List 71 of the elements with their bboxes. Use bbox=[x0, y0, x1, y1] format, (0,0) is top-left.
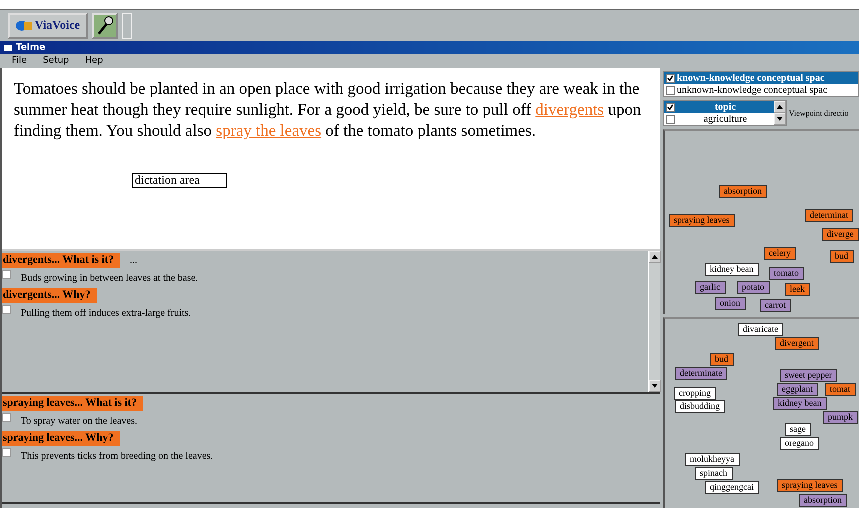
dictation-area-label: dictation area bbox=[132, 173, 227, 188]
menu-item[interactable]: Hep bbox=[85, 56, 104, 66]
microphone-button[interactable] bbox=[92, 12, 118, 38]
checkbox[interactable] bbox=[2, 305, 11, 314]
concept-node[interactable]: bud bbox=[830, 250, 854, 263]
concept-node[interactable]: molukheyya bbox=[685, 453, 740, 466]
up-arrow-icon bbox=[652, 255, 658, 259]
scrollbar[interactable] bbox=[648, 251, 660, 392]
concept-node[interactable]: divergent bbox=[775, 337, 819, 350]
concept-node[interactable]: tomato bbox=[769, 267, 804, 280]
concept-node[interactable]: leek bbox=[785, 283, 810, 296]
window-icon bbox=[4, 44, 13, 52]
checkbox[interactable] bbox=[666, 74, 675, 82]
concept-node[interactable]: bud bbox=[710, 353, 734, 366]
app-button[interactable]: ViaVoice bbox=[8, 12, 88, 38]
question-heading: spraying leaves... Why? bbox=[2, 431, 120, 446]
viewpoint-label: Viewpoint directio bbox=[789, 108, 849, 118]
concept-node[interactable]: pumpk bbox=[823, 411, 858, 424]
checkbox[interactable] bbox=[2, 448, 11, 457]
down-arrow-icon bbox=[777, 117, 783, 121]
up-arrow-icon bbox=[777, 105, 783, 109]
question-heading: divergents... What is it? bbox=[2, 253, 120, 268]
concept-node[interactable]: cropping bbox=[674, 387, 716, 400]
toolbar-slot bbox=[122, 12, 132, 38]
concept-node[interactable]: onion bbox=[715, 297, 746, 310]
concept-node[interactable]: tomat bbox=[825, 383, 856, 396]
concept-node[interactable]: qinggengcai bbox=[705, 481, 759, 494]
concept-node[interactable]: diverge bbox=[822, 228, 859, 241]
concept-node[interactable]: disbudding bbox=[675, 400, 726, 413]
viewpoint-list-item[interactable]: topic bbox=[664, 101, 774, 113]
down-arrow-icon bbox=[652, 384, 658, 388]
concept-node[interactable]: carrot bbox=[760, 299, 791, 312]
document-paragraph: Tomatoes should be planted in an open place with good irrigation because they are weak in the summer heat though they require sunlight. For a good yield, be sure to pull off divergents upon finding them. You should also spray the leaves of the tomato plants sometimes. bbox=[14, 78, 642, 141]
scroll-down-button[interactable] bbox=[649, 380, 661, 392]
answer-text: Buds growing in between leaves at the base. bbox=[21, 273, 198, 284]
checkbox[interactable] bbox=[666, 114, 675, 124]
concept-node[interactable]: potato bbox=[737, 281, 770, 294]
view-list-item[interactable]: known-knowledge conceptual spac bbox=[664, 72, 858, 84]
answer-text: This prevents ticks from breeding on the leaves. bbox=[21, 451, 214, 462]
concept-node[interactable]: determinate bbox=[675, 367, 728, 380]
concept-node[interactable]: sage bbox=[785, 423, 811, 436]
ellipsis-text: ... bbox=[130, 255, 138, 266]
concept-node[interactable]: divaricate bbox=[738, 323, 784, 336]
scroll-up-button[interactable] bbox=[649, 251, 661, 263]
question-heading: spraying leaves... What is it? bbox=[2, 396, 143, 411]
speech-bubble-icon bbox=[16, 20, 32, 32]
concept-node[interactable]: spraying leaves bbox=[777, 479, 843, 492]
concept-node[interactable]: determinat bbox=[805, 209, 854, 222]
scroll-down-button[interactable] bbox=[774, 113, 786, 125]
checkbox[interactable] bbox=[2, 270, 11, 279]
answer-text: Pulling them off induces extra-large fruits. bbox=[21, 308, 192, 319]
concept-node[interactable]: kidney bean bbox=[773, 397, 827, 410]
checkbox[interactable] bbox=[666, 102, 675, 112]
concept-node[interactable]: absorption bbox=[719, 185, 767, 198]
window-title: Telme bbox=[16, 42, 46, 52]
concept-node[interactable]: sweet pepper bbox=[780, 369, 838, 382]
answer-text: To spray water on the leaves. bbox=[21, 416, 138, 427]
concept-node[interactable]: absorption bbox=[799, 494, 847, 507]
concept-node[interactable]: garlic bbox=[695, 281, 726, 294]
concept-node[interactable]: spraying leaves bbox=[669, 214, 735, 227]
concept-node[interactable]: kidney bean bbox=[705, 263, 759, 276]
checkbox[interactable] bbox=[2, 413, 11, 422]
checkbox[interactable] bbox=[666, 86, 675, 94]
question-heading: divergents... Why? bbox=[2, 288, 97, 303]
concept-node[interactable]: oregano bbox=[780, 437, 819, 450]
menu-item[interactable]: File bbox=[12, 56, 28, 66]
menu-item[interactable]: Setup bbox=[43, 56, 70, 66]
concept-node[interactable]: spinach bbox=[695, 467, 732, 480]
concept-node[interactable]: eggplant bbox=[777, 383, 818, 396]
scroll-up-button[interactable] bbox=[774, 101, 786, 113]
concept-node[interactable]: celery bbox=[764, 247, 796, 260]
